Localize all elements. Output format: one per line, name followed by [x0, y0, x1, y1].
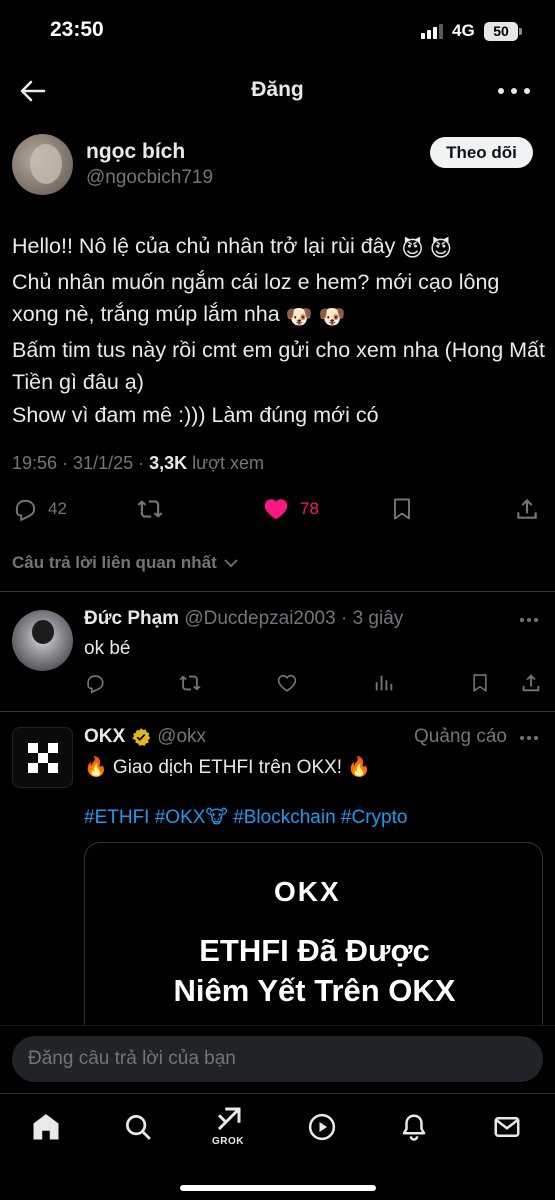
avatar[interactable] — [12, 134, 73, 195]
retweet-icon — [137, 500, 163, 518]
share-icon — [522, 674, 540, 692]
more-icon[interactable] — [520, 736, 538, 740]
bookmark-button[interactable] — [470, 672, 490, 694]
mail-icon[interactable] — [492, 1112, 522, 1142]
share-icon — [517, 498, 537, 519]
like-button[interactable] — [276, 672, 298, 694]
header: Đăng — [0, 62, 555, 120]
follow-button[interactable]: Theo dõi — [430, 137, 533, 168]
bottom-nav: GROK — [0, 1093, 555, 1200]
replies-sort-label: Câu trả lời liên quan nhất — [12, 553, 217, 572]
grok-icon[interactable] — [214, 1104, 244, 1134]
tweet-line-4: Show vì đam mê :))) Làm đúng mới có — [12, 402, 379, 427]
bookmark-icon — [473, 674, 487, 692]
tweet-line-3: Bấm tim tus này rồi cmt em gửi cho xem n… — [12, 337, 545, 395]
tweet-timestamp[interactable]: 19:56 · 31/1/25 · — [12, 453, 149, 473]
view-count-label: lượt xem — [187, 453, 264, 473]
signal-icon — [421, 24, 443, 39]
status-bar: 23:50 4G 50 — [0, 0, 555, 62]
more-icon[interactable] — [498, 76, 530, 106]
bookmark-button[interactable] — [390, 496, 414, 522]
share-button[interactable] — [514, 496, 540, 522]
network-type: 4G — [452, 21, 475, 40]
page-title: Đăng — [251, 78, 304, 101]
reply-header: Đức Phạm @Ducdepzai2003 · 3 giây — [84, 608, 403, 630]
divider — [0, 591, 555, 592]
reply-author-handle[interactable]: @Ducdepzai2003 · 3 giây — [179, 608, 403, 629]
author-name[interactable]: ngọc bích — [86, 140, 185, 164]
like-count: 78 — [300, 499, 319, 518]
home-icon[interactable] — [31, 1112, 61, 1142]
reply-icon — [15, 499, 36, 522]
card-headline: ETHFI Đã Được Niêm Yết Trên OKX — [85, 931, 542, 1011]
views-button[interactable] — [373, 672, 395, 694]
retweet-button[interactable] — [178, 672, 202, 694]
tweet-text: Hello!! Nô lệ của chủ nhân trở lại rùi đ… — [12, 230, 546, 431]
bookmark-icon — [394, 498, 410, 520]
tweet-actions: 42 78 — [0, 490, 555, 530]
okx-logo[interactable] — [12, 727, 73, 788]
grok-label: GROK — [212, 1136, 244, 1147]
reply-text: ok bé — [84, 638, 131, 659]
ad-header: OKX @okx — [84, 726, 206, 748]
ad-author-name[interactable]: OKX — [84, 726, 125, 748]
avatar[interactable] — [12, 610, 73, 671]
battery-cap — [519, 28, 522, 35]
status-time: 23:50 — [50, 18, 104, 41]
home-indicator — [180, 1185, 376, 1191]
bell-icon[interactable] — [399, 1112, 429, 1142]
replies-sort-dropdown[interactable]: Câu trả lời liên quan nhất — [12, 553, 239, 573]
reply-button[interactable]: 42 — [12, 496, 67, 522]
card-headline-line-1: ETHFI Đã Được — [199, 933, 430, 968]
views-icon — [375, 675, 393, 691]
view-count: 3,3K — [149, 453, 188, 473]
chevron-down-icon — [224, 559, 238, 568]
author-handle[interactable]: @ngocbich719 — [86, 167, 213, 189]
reply-icon — [87, 675, 104, 694]
play-icon[interactable] — [307, 1112, 337, 1142]
ad-hashtags[interactable]: #ETHFI #OKX🐮 #Blockchain #Crypto — [84, 806, 407, 829]
retweet-icon — [179, 675, 201, 691]
ad-label: Quảng cáo — [414, 726, 507, 747]
reply-actions — [0, 670, 555, 700]
reply-author-name[interactable]: Đức Phạm — [84, 608, 179, 629]
dog-emoji: 🐶 🐶 — [285, 305, 346, 329]
card-headline-line-2: Niêm Yết Trên OKX — [173, 973, 456, 1008]
reply-input[interactable]: Đăng câu trả lời của bạn — [12, 1036, 543, 1082]
tweet-line-1: Hello!! Nô lệ của chủ nhân trở lại rùi đ… — [12, 230, 546, 266]
reply-button[interactable] — [84, 672, 106, 694]
search-icon[interactable] — [123, 1112, 153, 1142]
ad-author-handle[interactable]: @okx — [157, 726, 206, 748]
ad-card[interactable]: OKX ETHFI Đã Được Niêm Yết Trên OKX — [84, 842, 543, 1042]
heart-icon — [264, 499, 288, 520]
share-button[interactable] — [520, 672, 542, 694]
tweet-meta: 19:56 · 31/1/25 · 3,3K lượt xem — [12, 453, 264, 474]
divider — [0, 711, 555, 712]
heart-icon — [277, 674, 297, 692]
card-logo: OKX — [274, 876, 341, 907]
battery-icon: 50 — [484, 22, 518, 41]
devil-emoji: 😈 😈 — [401, 237, 453, 261]
like-button[interactable]: 78 — [262, 496, 319, 522]
retweet-button[interactable] — [136, 496, 164, 522]
verified-badge-icon — [132, 728, 151, 746]
tweet-line-2: Chủ nhân muốn ngắm cái loz e hem? mới cạ… — [12, 266, 546, 334]
reply-count: 42 — [48, 499, 67, 518]
ad-text: 🔥 Giao dịch ETHFI trên OKX! 🔥 — [84, 757, 372, 778]
more-icon[interactable] — [520, 618, 538, 622]
